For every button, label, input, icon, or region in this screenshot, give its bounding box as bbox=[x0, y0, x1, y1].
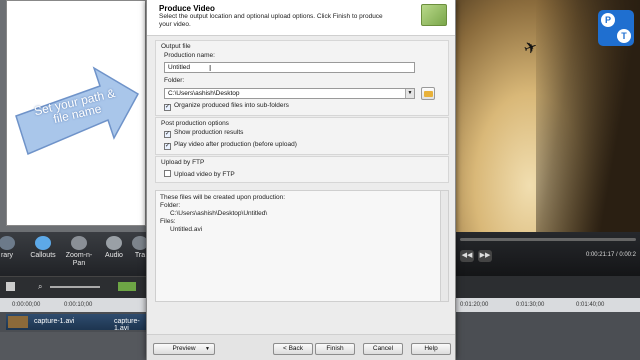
dialog-title: Produce Video bbox=[159, 4, 215, 13]
player-controls: ◀◀ ▶▶ 0:00:21:17 / 0:00:2 bbox=[456, 232, 640, 276]
tool-label: Audio bbox=[105, 252, 123, 259]
show-results-label: Show production results bbox=[174, 129, 244, 136]
ftp-option[interactable]: Upload video by FTP bbox=[164, 170, 235, 179]
folder-label: Folder: bbox=[164, 77, 185, 84]
tool-zoom-n-pan[interactable]: Zoom-n-Pan bbox=[64, 236, 94, 268]
timeline-toolbar: ⌕ bbox=[0, 276, 146, 298]
production-name-label: Production name: bbox=[164, 52, 215, 59]
group-title: Post production options bbox=[161, 120, 229, 127]
browse-folder-button[interactable] bbox=[421, 87, 435, 100]
production-name-input[interactable] bbox=[164, 62, 415, 73]
zoom-icon[interactable]: ⌕ bbox=[38, 282, 42, 292]
clip-thumbnail bbox=[8, 316, 28, 328]
timeline-ruler: 0:00:00;00 0:00:10;00 bbox=[0, 298, 146, 312]
ruler-tick: 0:00:10;00 bbox=[64, 302, 93, 308]
dialog-subtitle: Select the output location and optional … bbox=[159, 13, 383, 28]
output-file-group: Output file Production name: Folder: C:\… bbox=[155, 40, 449, 116]
player-progress[interactable] bbox=[460, 238, 636, 241]
dialog-footer: Preview ▼ < Back Finish Cancel Help bbox=[147, 334, 455, 360]
player-time: 0:00:21:17 / 0:00:2 bbox=[585, 252, 636, 258]
play-after-label: Play video after production (before uplo… bbox=[174, 141, 297, 148]
chevron-down-icon[interactable]: ▼ bbox=[405, 89, 414, 98]
group-title: Upload by FTP bbox=[161, 159, 205, 166]
play-icon[interactable]: ▶▶ bbox=[478, 250, 492, 262]
play-after-checkbox[interactable]: ✓ bbox=[164, 143, 171, 150]
callouts-icon bbox=[35, 236, 51, 250]
preview-track bbox=[456, 312, 640, 360]
summary-folder-path: C:\Users\ashish\Desktop\Untitled\ bbox=[170, 210, 268, 217]
timeline-track: capture-1.avi capture-1.avi bbox=[0, 312, 146, 332]
chevron-down-icon: ▼ bbox=[205, 346, 210, 352]
summary-intro: These files will be created upon product… bbox=[160, 194, 286, 201]
play-after-option[interactable]: ✓ Play video after production (before upl… bbox=[164, 141, 297, 150]
editor-toolbar: rary Callouts Zoom-n-Pan Audio Tra bbox=[0, 232, 148, 276]
ftp-checkbox[interactable] bbox=[164, 170, 171, 177]
library-icon bbox=[0, 236, 15, 250]
clip-label: capture-1.avi bbox=[34, 318, 75, 325]
tool-label: rary bbox=[0, 252, 14, 259]
ruler-tick: 0:01:40;00 bbox=[576, 302, 605, 308]
preview-label: Preview bbox=[172, 345, 196, 352]
produce-video-dialog: Produce Video Select the output location… bbox=[146, 0, 456, 360]
organize-checkbox[interactable]: ✓ bbox=[164, 104, 171, 111]
tool-label: Zoom-n-Pan bbox=[65, 252, 93, 267]
back-button[interactable]: < Back bbox=[273, 343, 313, 355]
tool-library[interactable]: rary bbox=[0, 236, 18, 260]
folder-value: C:\Users\ashish\Desktop bbox=[168, 90, 240, 97]
zoom-slider[interactable] bbox=[50, 286, 100, 288]
organize-option[interactable]: ✓ Organize produced files into sub-folder… bbox=[164, 102, 289, 111]
show-results-option[interactable]: ✓ Show production results bbox=[164, 129, 243, 138]
ftp-label: Upload video by FTP bbox=[174, 171, 235, 178]
tool-label: Tra bbox=[134, 252, 146, 259]
finish-button[interactable]: Finish bbox=[315, 343, 355, 355]
preview-button[interactable]: Preview ▼ bbox=[153, 343, 215, 355]
production-summary: These files will be created upon product… bbox=[155, 190, 449, 302]
preview-lower-bar bbox=[456, 276, 640, 298]
annotation-arrow: Set your path & file name bbox=[14, 62, 146, 162]
prev-icon[interactable]: ◀◀ bbox=[460, 250, 474, 262]
ruler-tick: 0:01:20;00 bbox=[460, 302, 489, 308]
zoom-icon bbox=[71, 236, 87, 250]
summary-folder-label: Folder: bbox=[160, 202, 181, 209]
summary-scrollbar[interactable] bbox=[440, 191, 448, 301]
help-button[interactable]: Help bbox=[411, 343, 451, 355]
preview-ruler: 0:01:20;00 0:01:30;00 0:01:40;00 bbox=[456, 298, 640, 312]
folder-select[interactable]: C:\Users\ashish\Desktop ▼ bbox=[164, 88, 415, 99]
folder-icon bbox=[424, 91, 433, 97]
summary-files-label: Files: bbox=[160, 218, 176, 225]
dialog-header: Produce Video Select the output location… bbox=[147, 0, 455, 36]
produce-icon bbox=[421, 4, 447, 26]
post-production-group: Post production options ✓ Show production… bbox=[155, 117, 449, 155]
clip-label: capture-1.avi bbox=[114, 318, 140, 332]
ftp-group: Upload by FTP Upload video by FTP bbox=[155, 156, 449, 183]
ruler-tick: 0:01:30;00 bbox=[516, 302, 545, 308]
tool-label: Callouts bbox=[30, 252, 56, 259]
channel-logo: P T bbox=[598, 10, 634, 46]
summary-file-name: Untitled.avi bbox=[170, 226, 203, 233]
text-cursor-icon: I bbox=[209, 64, 212, 73]
organize-label: Organize produced files into sub-folders bbox=[174, 102, 289, 109]
audio-icon bbox=[106, 236, 122, 250]
group-title: Output file bbox=[161, 43, 191, 50]
tool-callouts[interactable]: Callouts bbox=[28, 236, 58, 260]
logo-letter: P bbox=[601, 13, 615, 27]
timeline-track-2 bbox=[0, 332, 146, 360]
tool-audio[interactable]: Audio bbox=[102, 236, 126, 260]
ruler-tick: 0:00:00;00 bbox=[12, 302, 41, 308]
show-results-checkbox[interactable]: ✓ bbox=[164, 131, 171, 138]
video-clip[interactable]: capture-1.avi capture-1.avi bbox=[6, 314, 146, 332]
editor-canvas: Set your path & file name bbox=[0, 0, 146, 232]
marker-icon[interactable] bbox=[118, 282, 136, 291]
timeline-icon[interactable] bbox=[6, 282, 15, 291]
cancel-button[interactable]: Cancel bbox=[363, 343, 403, 355]
logo-letter: T bbox=[617, 29, 631, 43]
